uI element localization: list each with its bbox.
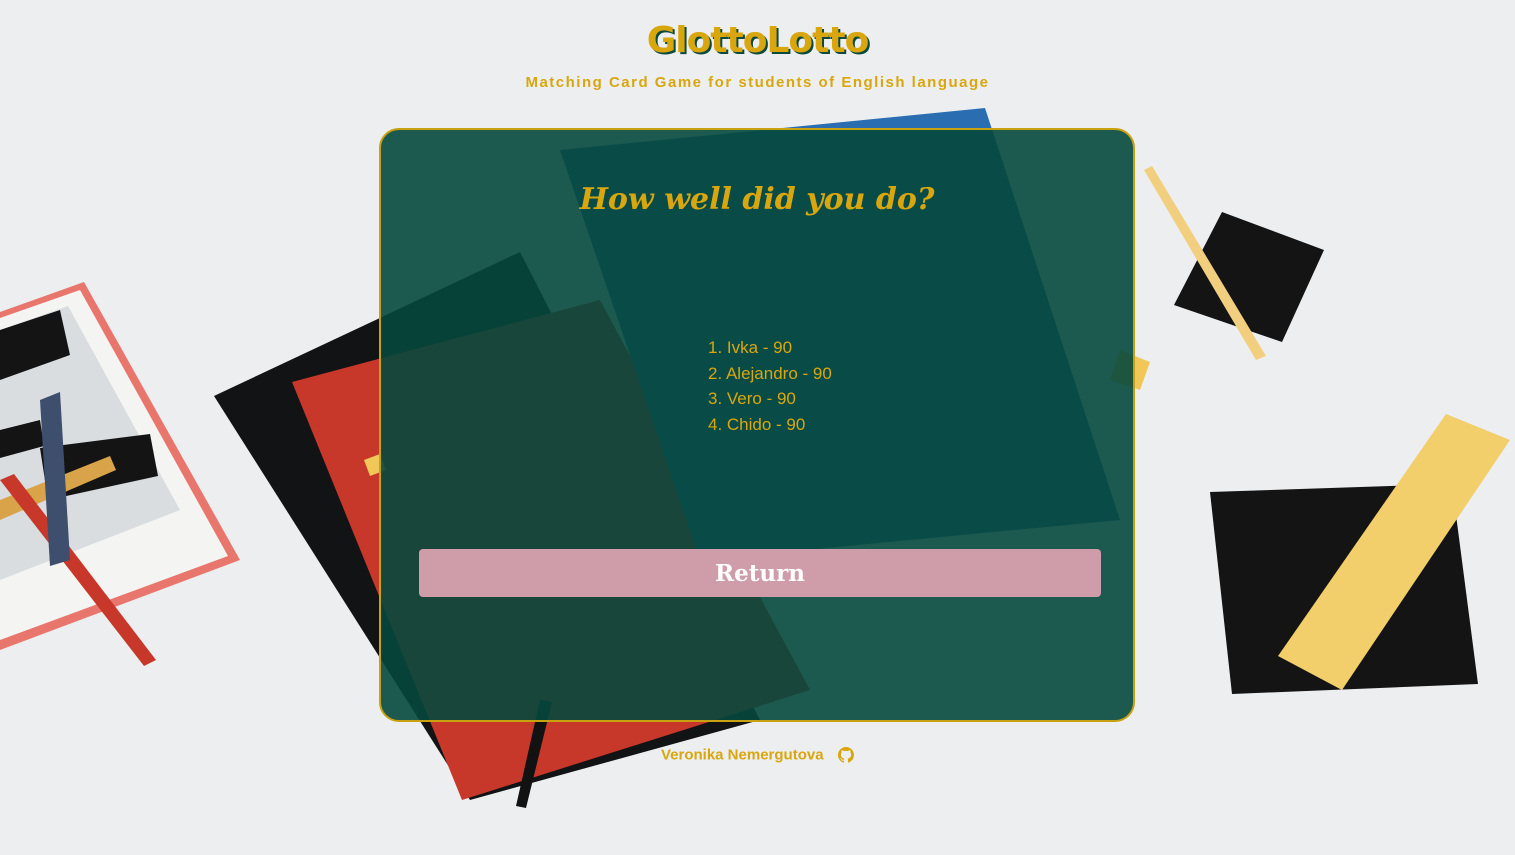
site-subtitle: Matching Card Game for students of Engli… — [525, 74, 990, 91]
github-icon[interactable] — [838, 746, 854, 763]
score-item: 1. Ivka - 90 — [708, 338, 793, 357]
site-header: GlottoLotto Matching Card Game for stude… — [0, 0, 1515, 91]
return-button[interactable]: Return — [419, 549, 1101, 597]
author-link[interactable]: Veronika Nemergutova — [661, 746, 824, 763]
results-heading: How well did you do? — [579, 182, 935, 217]
site-title: GlottoLotto — [646, 20, 870, 61]
score-item: 4. Chido - 90 — [708, 415, 806, 435]
results-panel: How well did you do? 1. Ivka - 90 2. Ale… — [379, 128, 1135, 722]
score-list: 1. Ivka - 90 2. Alejandro - 90 3. Vero -… — [708, 335, 832, 438]
site-footer: Veronika Nemergutova — [0, 746, 1515, 764]
score-item: 3. Vero - 90 — [708, 389, 796, 409]
score-item: 2. Alejandro - 90 — [708, 363, 832, 383]
